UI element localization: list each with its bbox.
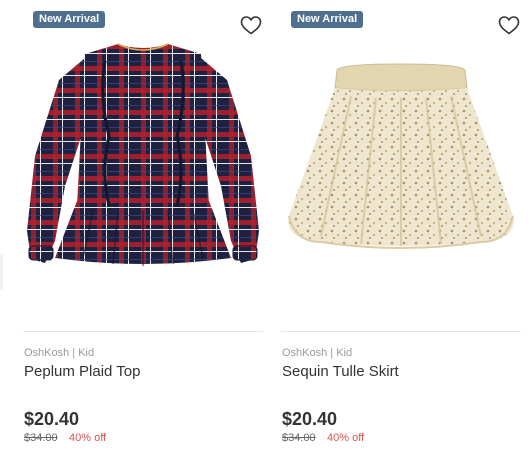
- original-price: $34.00: [282, 432, 316, 444]
- new-arrival-badge: New Arrival: [33, 11, 106, 28]
- sequin-skirt-shape: [288, 63, 514, 249]
- product-price: $20.40: [282, 409, 338, 429]
- product-price: $20.40: [24, 409, 80, 429]
- card-divider: [23, 331, 263, 332]
- heart-icon[interactable]: [239, 13, 263, 37]
- product-brand: OshKosh | Kid: [282, 347, 353, 359]
- plaid-top-shape: [27, 43, 259, 266]
- new-arrival-badge: New Arrival: [291, 11, 364, 28]
- previous-card-edge: [0, 255, 3, 290]
- product-image[interactable]: [23, 36, 263, 281]
- discount-label: 40% off: [327, 432, 365, 444]
- heart-icon[interactable]: [497, 13, 521, 37]
- product-brand: OshKosh | Kid: [24, 347, 95, 359]
- product-image[interactable]: [281, 36, 521, 281]
- product-name[interactable]: Sequin Tulle Skirt: [282, 363, 399, 380]
- card-divider: [281, 331, 521, 332]
- product-card[interactable]: New Arrival OshKosh | Kid Peplum Plaid T…: [23, 0, 263, 451]
- product-name[interactable]: Peplum Plaid Top: [24, 363, 140, 380]
- original-price: $34.00: [24, 432, 58, 444]
- product-card[interactable]: New Arrival OshKosh | Kid Sequin Tulle S…: [281, 0, 521, 451]
- discount-label: 40% off: [69, 432, 107, 444]
